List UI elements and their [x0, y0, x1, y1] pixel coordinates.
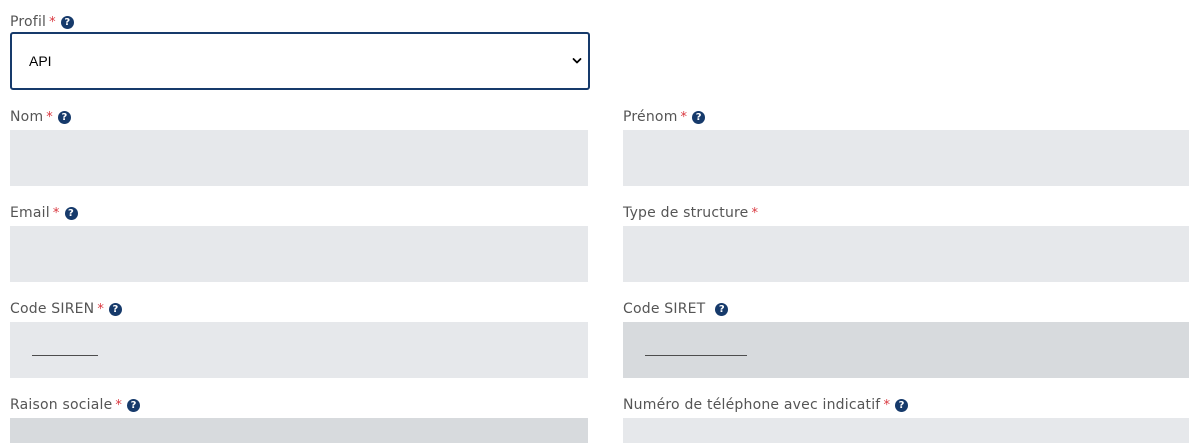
help-icon[interactable]: ?: [60, 15, 74, 29]
email-label: Email: [10, 205, 50, 221]
raison-sociale-label: Raison sociale: [10, 397, 113, 413]
email-field: Email * ?: [10, 203, 588, 287]
required-marker: *: [883, 397, 891, 413]
email-label-row: Email * ?: [10, 203, 78, 223]
type-structure-input[interactable]: [623, 226, 1189, 282]
email-input[interactable]: [10, 226, 588, 282]
code-siret-field: Code SIRET ?: [623, 299, 1189, 383]
required-marker: *: [46, 109, 53, 125]
profil-select-value: API: [29, 53, 52, 69]
type-structure-label-row: Type de structure *: [623, 203, 758, 223]
code-siret-input: [623, 322, 1189, 378]
prenom-label: Prénom: [623, 109, 678, 125]
input-mask-underline: [32, 355, 98, 356]
code-siren-label-row: Code SIREN * ?: [10, 299, 123, 319]
telephone-field: Numéro de téléphone avec indicatif * ?: [623, 395, 1189, 443]
prenom-label-row: Prénom * ?: [623, 107, 706, 127]
nom-label-row: Nom * ?: [10, 107, 71, 127]
registration-form: Profil * ? API Nom * ? Prénom * ? Email …: [0, 0, 1189, 443]
raison-sociale-input: [10, 418, 588, 443]
type-structure-label: Type de structure: [623, 205, 749, 221]
help-icon[interactable]: ?: [715, 302, 729, 316]
help-icon[interactable]: ?: [127, 398, 141, 412]
profil-select[interactable]: API: [10, 32, 590, 90]
input-mask-underline: [645, 355, 747, 356]
profil-label-row: Profil * ?: [10, 12, 74, 32]
telephone-label-row: Numéro de téléphone avec indicatif * ?: [623, 395, 909, 415]
code-siret-label: Code SIRET: [623, 301, 706, 317]
help-icon[interactable]: ?: [109, 302, 123, 316]
help-icon[interactable]: ?: [57, 110, 71, 124]
required-marker: *: [680, 109, 688, 125]
prenom-input[interactable]: [623, 130, 1189, 186]
help-icon[interactable]: ?: [64, 206, 78, 220]
type-structure-field: Type de structure *: [623, 203, 1189, 287]
prenom-field: Prénom * ?: [623, 107, 1189, 191]
raison-sociale-field: Raison sociale * ?: [10, 395, 588, 443]
required-marker: *: [115, 397, 123, 413]
nom-label: Nom: [10, 109, 44, 125]
required-marker: *: [97, 301, 105, 317]
chevron-down-icon: [572, 58, 582, 64]
help-icon[interactable]: ?: [692, 110, 706, 124]
raison-sociale-label-row: Raison sociale * ?: [10, 395, 141, 415]
required-marker: *: [52, 205, 60, 221]
required-marker: *: [49, 14, 56, 30]
code-siren-label: Code SIREN: [10, 301, 95, 317]
code-siren-input[interactable]: [10, 322, 588, 378]
code-siret-label-row: Code SIRET ?: [623, 299, 729, 319]
nom-input[interactable]: [10, 130, 588, 186]
telephone-label: Numéro de téléphone avec indicatif: [623, 397, 881, 413]
nom-field: Nom * ?: [10, 107, 588, 191]
help-icon[interactable]: ?: [895, 398, 909, 412]
telephone-input[interactable]: [623, 418, 1189, 443]
profil-label: Profil: [10, 14, 47, 30]
code-siren-field: Code SIREN * ?: [10, 299, 588, 383]
required-marker: *: [751, 205, 759, 221]
